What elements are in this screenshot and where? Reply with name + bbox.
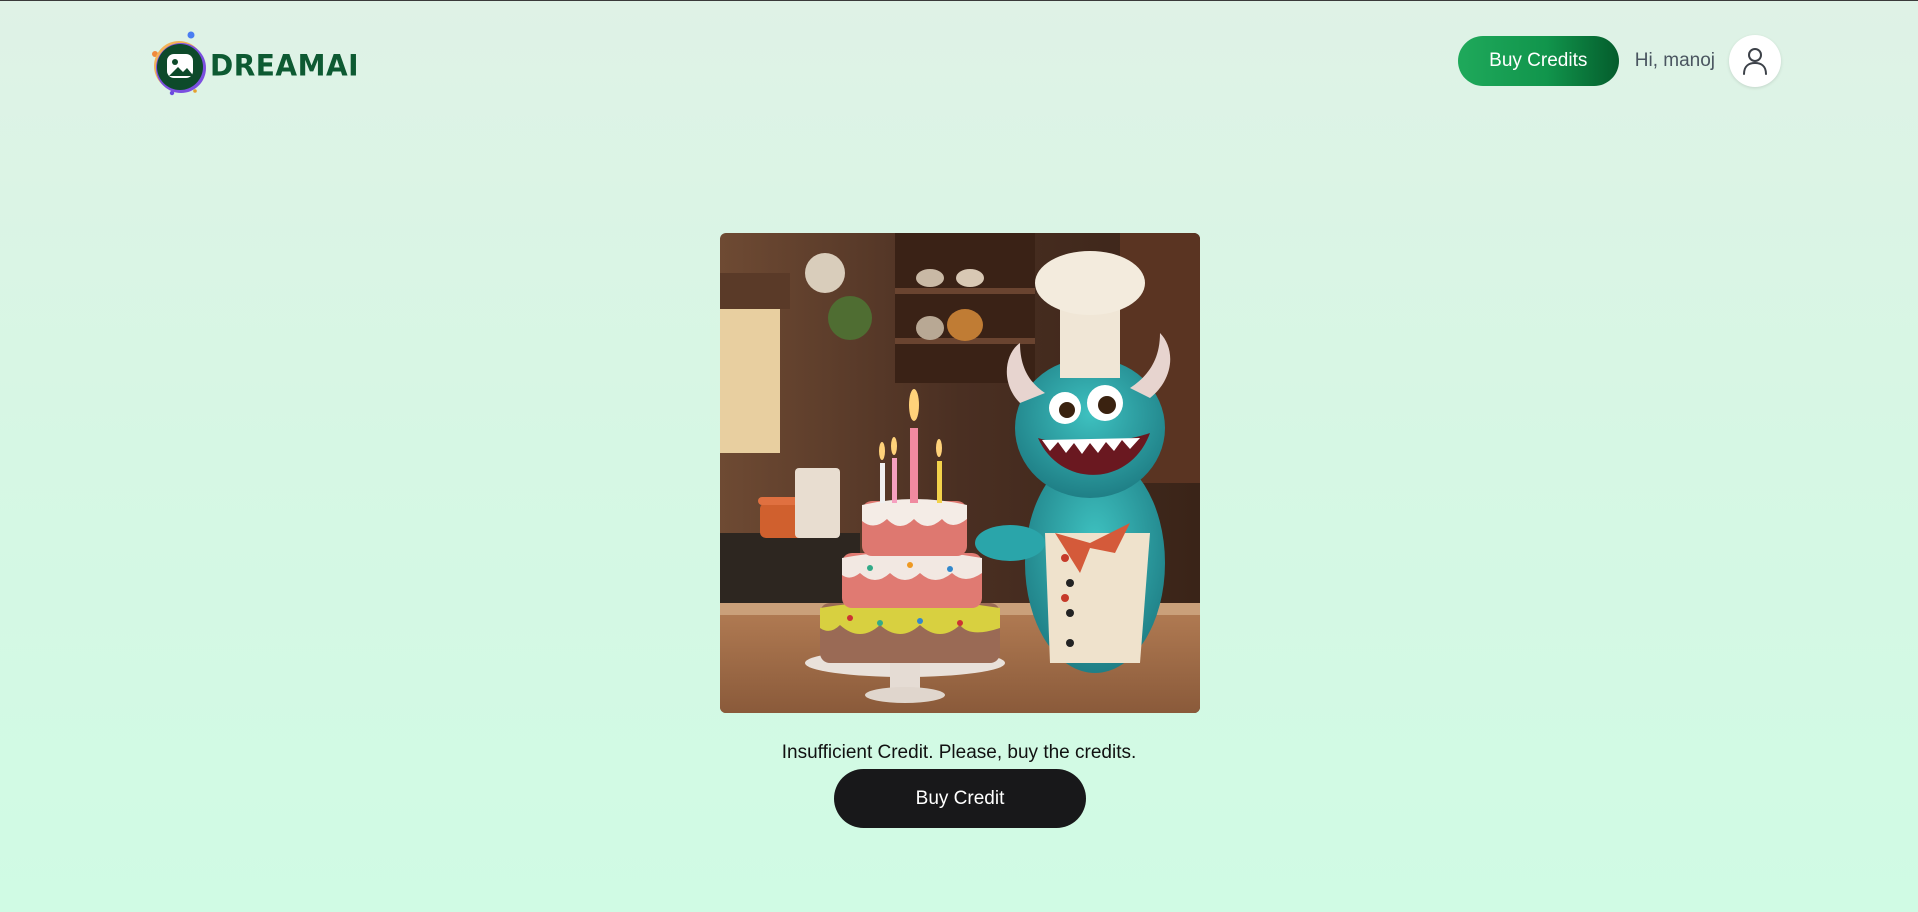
buy-credit-button[interactable]: Buy Credit — [834, 769, 1086, 828]
buy-credits-button[interactable]: Buy Credits — [1457, 36, 1619, 86]
user-avatar[interactable] — [1729, 35, 1781, 87]
logo[interactable]: DREAMAI — [150, 29, 359, 99]
logo-text: DREAMAI — [210, 47, 360, 83]
header: DREAMAI Buy Credits Hi, manoj — [0, 1, 1918, 121]
user-icon — [1743, 48, 1767, 75]
monster-chef-cake-illustration — [720, 233, 1200, 713]
insufficient-credit-message: Insufficient Credit. Please, buy the cre… — [781, 742, 1137, 763]
generated-image — [720, 233, 1200, 713]
logo-icon — [150, 29, 208, 99]
header-actions: Buy Credits Hi, manoj — [1457, 35, 1781, 87]
user-greeting: Hi, manoj — [1634, 50, 1715, 71]
